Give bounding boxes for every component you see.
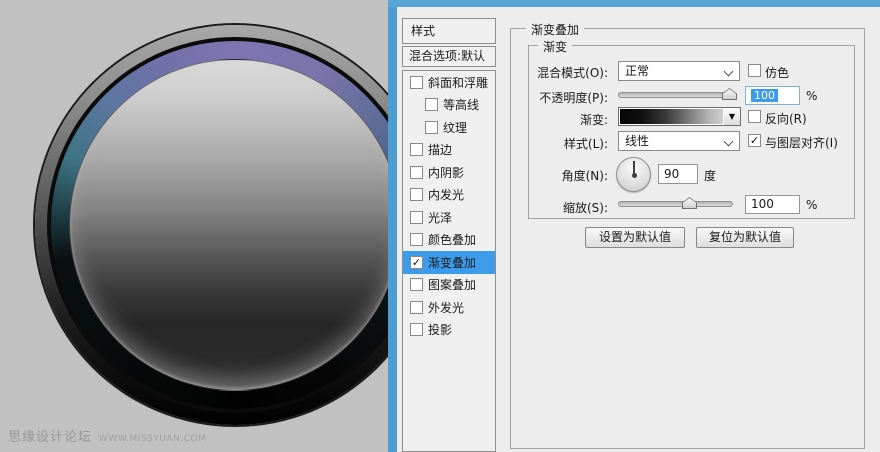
angle-unit: 度 (704, 169, 717, 183)
style-checkbox[interactable] (410, 165, 423, 179)
angle-center-dot (631, 172, 637, 178)
reverse-checkbox[interactable] (748, 110, 761, 123)
style-checkbox[interactable] (410, 188, 423, 202)
style-item-drop-shadow[interactable]: 投影 (403, 319, 495, 342)
gradient-picker-arrow[interactable]: ▼ (724, 107, 741, 126)
gradient-overlay-group-title: 渐变叠加 (526, 21, 585, 38)
style-item-outer-glow[interactable]: 外发光 (403, 296, 495, 319)
gradient-subgroup-title: 渐变 (538, 38, 573, 55)
style-checkbox[interactable] (410, 300, 423, 314)
watermark-text: 思缘设计论坛 (8, 430, 93, 445)
scale-input[interactable]: 100 (745, 195, 800, 214)
blending-options-item[interactable]: 混合选项:默认 (402, 46, 496, 67)
dialog-left-edge (388, 0, 397, 452)
style-item-bevel-emboss[interactable]: 斜面和浮雕 (403, 71, 495, 94)
check-icon: ✓ (749, 134, 760, 147)
style-checkbox[interactable] (410, 233, 423, 247)
style-checkbox[interactable] (425, 98, 438, 112)
reverse-label: 反向(R) (765, 112, 807, 126)
style-item-color-overlay[interactable]: 颜色叠加 (403, 229, 495, 252)
style-checkbox-checked[interactable]: ✓ (410, 255, 423, 269)
style-checkbox[interactable] (410, 75, 423, 89)
opacity-unit: % (806, 89, 818, 103)
style-checkbox[interactable] (410, 278, 423, 292)
gradient-preview[interactable] (618, 107, 725, 126)
angle-input[interactable]: 90 (658, 164, 698, 184)
scale-slider-track[interactable] (618, 201, 733, 207)
style-item-pattern-overlay[interactable]: 图案叠加 (403, 274, 495, 297)
opacity-input[interactable]: 100 (745, 86, 800, 105)
styles-header[interactable]: 样式 (402, 18, 496, 44)
style-item-texture[interactable]: 纹理 (403, 116, 495, 139)
make-default-button[interactable]: 设置为默认值 (585, 227, 685, 248)
style-item-inner-glow[interactable]: 内发光 (403, 184, 495, 207)
dither-checkbox[interactable] (748, 64, 761, 77)
dropdown-arrow-icon: ▼ (728, 112, 736, 121)
watermark-url: www.missyuan.com (99, 434, 207, 444)
style-item-inner-shadow[interactable]: 内阴影 (403, 161, 495, 184)
align-with-layer-label: 与图层对齐(I) (765, 136, 838, 150)
align-with-layer-checkbox[interactable]: ✓ (748, 134, 761, 147)
opacity-label: 不透明度(P): (539, 91, 608, 105)
blend-mode-label: 混合模式(O): (537, 66, 608, 80)
angle-dial[interactable] (616, 157, 651, 192)
check-icon: ✓ (411, 255, 422, 269)
style-checkbox[interactable] (425, 120, 438, 134)
style-label: 样式(L): (563, 137, 608, 151)
dialog-titlebar-edge (388, 0, 880, 7)
style-select[interactable]: 线性 (618, 131, 740, 151)
gradient-label: 渐变: (579, 113, 608, 127)
document-canvas: 思缘设计论坛 www.missyuan.com (0, 0, 388, 452)
scale-unit: % (806, 198, 818, 212)
button-face (69, 59, 388, 391)
style-checkbox[interactable] (410, 323, 423, 337)
angle-label: 角度(N): (561, 169, 608, 183)
chevron-down-icon (723, 66, 734, 77)
reset-default-button[interactable]: 复位为默认值 (696, 227, 794, 248)
style-checkbox[interactable] (410, 143, 423, 157)
style-item-satin[interactable]: 光泽 (403, 206, 495, 229)
style-item-gradient-overlay[interactable]: ✓ 渐变叠加 (403, 251, 495, 274)
style-item-contour[interactable]: 等高线 (403, 94, 495, 117)
chevron-down-icon (723, 136, 734, 147)
style-checkbox[interactable] (410, 210, 423, 224)
blend-mode-select[interactable]: 正常 (618, 61, 740, 81)
scale-label: 缩放(S): (562, 201, 608, 215)
dither-label: 仿色 (765, 66, 790, 80)
style-item-stroke[interactable]: 描边 (403, 139, 495, 162)
watermark: 思缘设计论坛 www.missyuan.com (8, 426, 206, 445)
opacity-slider-track[interactable] (618, 92, 737, 98)
styles-list: 斜面和浮雕 等高线 纹理 描边 内阴影 内发光 光泽 颜色叠加 ✓ 渐变叠加 图… (402, 70, 496, 452)
